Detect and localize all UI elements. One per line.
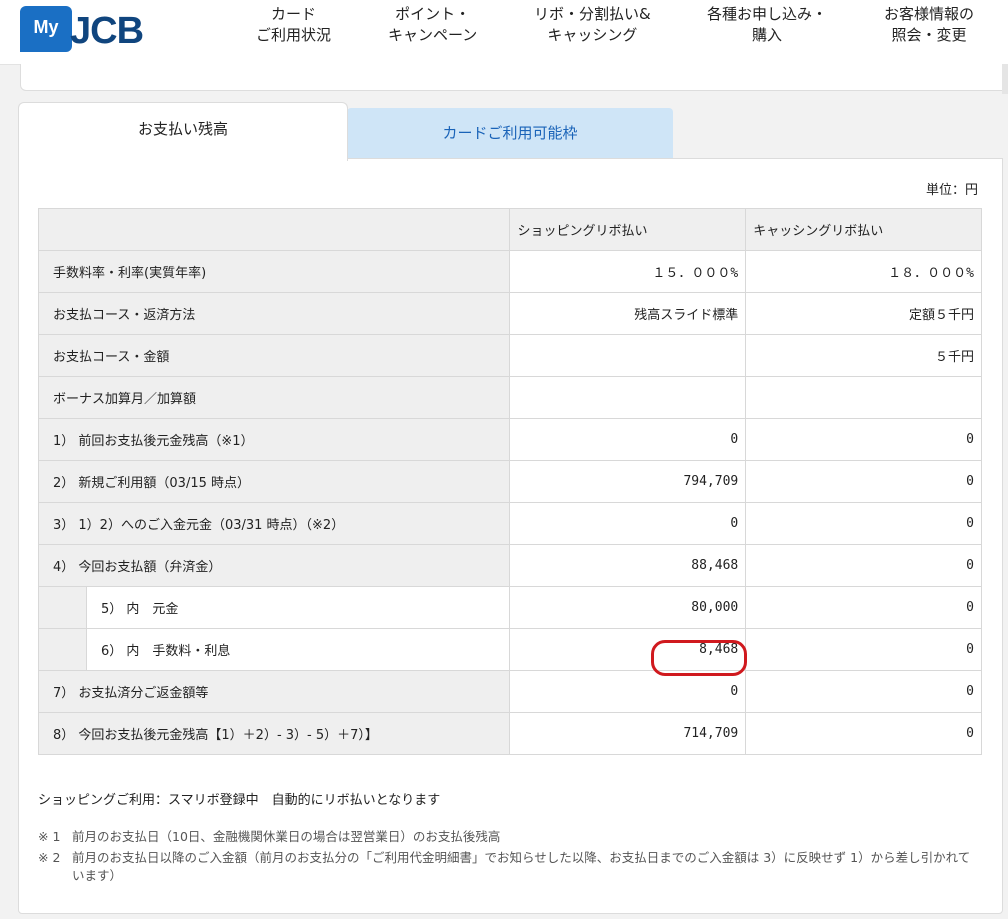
table-row: 7） お支払済分ご返金額等 0 0 bbox=[37, 670, 982, 713]
nav-points-campaign[interactable]: ポイント・ キャンペーン bbox=[388, 4, 477, 46]
nav-label-line1: ポイント・ bbox=[395, 5, 471, 23]
row-label: 4） 今回お支払額（弁済金） bbox=[37, 544, 511, 587]
indent-cell bbox=[38, 628, 87, 671]
table-row: 2） 新規ご利用額（03/15 時点） 794,709 0 bbox=[37, 460, 982, 503]
row-label: 3） 1）2）へのご入金元金（03/31 時点）（※2） bbox=[37, 502, 511, 545]
site-header: My JCB カード ご利用状況 ポイント・ キャンペーン リボ・分割払い& キ… bbox=[0, 0, 1008, 65]
column-header-shopping: ショッピングリボ払い bbox=[509, 208, 747, 251]
shopping-value: 714,709 bbox=[509, 712, 747, 755]
table-row: 8） 今回お支払後元金残高【1）＋2）- 3）- 5）＋7）】 714,709 … bbox=[37, 712, 982, 755]
smart-revo-status: ショッピングご利用：スマリボ登録中 自動的にリボ払いとなります bbox=[38, 793, 441, 808]
row-label: 1） 前回お支払後元金残高（※1） bbox=[37, 418, 511, 461]
table-row: お支払コース・返済方法 残高スライド標準 定額５千円 bbox=[37, 292, 982, 335]
table-row: 4） 今回お支払額（弁済金） 88,468 0 bbox=[37, 544, 982, 587]
shopping-value: 80,000 bbox=[509, 586, 747, 629]
nav-label-line1: お客様情報の bbox=[884, 5, 975, 23]
table-row: 1） 前回お支払後元金残高（※1） 0 0 bbox=[37, 418, 982, 461]
table-row: お支払コース・金額 ５千円 bbox=[37, 334, 982, 377]
cashing-value: 0 bbox=[745, 544, 982, 587]
nav-revolving-cashing[interactable]: リボ・分割払い& キャッシング bbox=[534, 4, 651, 46]
balance-table: ショッピングリボ払い キャッシングリボ払い 手数料率・利率(実質年率) １５．０… bbox=[37, 208, 982, 755]
row-label: お支払コース・返済方法 bbox=[37, 292, 511, 335]
footnote-text: 前月のお支払日以降のご入金額（前月のお支払分の「ご利用代金明細書」でお知らせした… bbox=[72, 850, 971, 883]
logo-my-badge: My bbox=[20, 6, 72, 52]
nav-applications[interactable]: 各種お申し込み・ 購入 bbox=[707, 4, 827, 46]
row-label: お支払コース・金額 bbox=[37, 334, 511, 377]
cashing-value: １８．０００% bbox=[745, 250, 982, 293]
shopping-value: 0 bbox=[509, 670, 747, 713]
row-label: 7） お支払済分ご返金額等 bbox=[37, 670, 511, 713]
row-label: 6） 内 手数料・利息 bbox=[85, 628, 511, 671]
nav-label-line2: 購入 bbox=[752, 26, 783, 44]
footnote-mark: ※ 2 bbox=[38, 850, 61, 865]
header-empty-cell bbox=[37, 208, 511, 251]
nav-label-line2: 照会・変更 bbox=[891, 26, 967, 44]
shopping-value bbox=[509, 376, 747, 419]
footnote-mark: ※ 1 bbox=[38, 829, 61, 844]
nav-label-line2: ご利用状況 bbox=[256, 26, 332, 44]
shopping-value: 0 bbox=[509, 502, 747, 545]
logo-jcb-wordmark: JCB bbox=[70, 10, 144, 52]
table-row: 3） 1）2）へのご入金元金（03/31 時点）（※2） 0 0 bbox=[37, 502, 982, 545]
shopping-value: 88,468 bbox=[509, 544, 747, 587]
previous-section-bottom bbox=[20, 64, 1008, 91]
unit-label: 単位：円 bbox=[926, 183, 979, 198]
nav-label-line2: キャッシング bbox=[547, 26, 638, 44]
row-label: ボーナス加算月／加算額 bbox=[37, 376, 511, 419]
column-header-cashing: キャッシングリボ払い bbox=[745, 208, 982, 251]
nav-label-line2: キャンペーン bbox=[388, 26, 478, 44]
table-row: ボーナス加算月／加算額 bbox=[37, 376, 982, 419]
table-row: 6） 内 手数料・利息 8,468 0 bbox=[38, 628, 982, 671]
cashing-value: 0 bbox=[745, 712, 982, 755]
myjcb-logo[interactable]: My JCB bbox=[20, 6, 180, 54]
indent-cell bbox=[38, 586, 87, 629]
nav-label-line1: リボ・分割払い& bbox=[534, 5, 651, 23]
table-row: 手数料率・利率(実質年率) １５．０００% １８．０００% bbox=[37, 250, 982, 293]
nav-label-line1: 各種お申し込み・ bbox=[707, 5, 828, 23]
footnotes: ※ 1 前月のお支払日（10日、金融機関休業日の場合は翌営業日）のお支払後残高 … bbox=[38, 828, 982, 888]
row-label: 2） 新規ご利用額（03/15 時点） bbox=[37, 460, 511, 503]
cashing-value: 0 bbox=[745, 586, 982, 629]
scrollbar[interactable] bbox=[1002, 64, 1008, 94]
shopping-value: 794,709 bbox=[509, 460, 747, 503]
row-label: 5） 内 元金 bbox=[85, 586, 511, 629]
shopping-value: 0 bbox=[509, 418, 747, 461]
cashing-value: 定額５千円 bbox=[745, 292, 982, 335]
tab-payment-balance[interactable]: お支払い残高 bbox=[18, 102, 348, 161]
cashing-value: 0 bbox=[745, 670, 982, 713]
nav-card-usage[interactable]: カード ご利用状況 bbox=[256, 4, 331, 46]
row-label: 8） 今回お支払後元金残高【1）＋2）- 3）- 5）＋7）】 bbox=[37, 712, 511, 755]
cashing-value: 0 bbox=[745, 628, 982, 671]
cashing-value: 0 bbox=[745, 418, 982, 461]
shopping-value: １５．０００% bbox=[509, 250, 747, 293]
row-label: 手数料率・利率(実質年率) bbox=[37, 250, 511, 293]
cashing-value: 0 bbox=[745, 502, 982, 545]
nav-customer-info[interactable]: お客様情報の 照会・変更 bbox=[884, 4, 974, 46]
cashing-value bbox=[745, 376, 982, 419]
shopping-value: 8,468 bbox=[509, 628, 747, 671]
footnote-item: ※ 2 前月のお支払日以降のご入金額（前月のお支払分の「ご利用代金明細書」でお知… bbox=[38, 849, 982, 885]
shopping-value: 残高スライド標準 bbox=[509, 292, 747, 335]
table-header-row: ショッピングリボ払い キャッシングリボ払い bbox=[37, 208, 982, 251]
footnote-text: 前月のお支払日（10日、金融機関休業日の場合は翌営業日）のお支払後残高 bbox=[72, 829, 501, 844]
table-row: 5） 内 元金 80,000 0 bbox=[38, 586, 982, 629]
shopping-value bbox=[509, 334, 747, 377]
cashing-value: 0 bbox=[745, 460, 982, 503]
cashing-value: ５千円 bbox=[745, 334, 982, 377]
tab-available-credit[interactable]: カードご利用可能枠 bbox=[347, 108, 673, 158]
nav-label-line1: カード bbox=[271, 5, 317, 23]
footnote-item: ※ 1 前月のお支払日（10日、金融機関休業日の場合は翌営業日）のお支払後残高 bbox=[38, 828, 982, 846]
